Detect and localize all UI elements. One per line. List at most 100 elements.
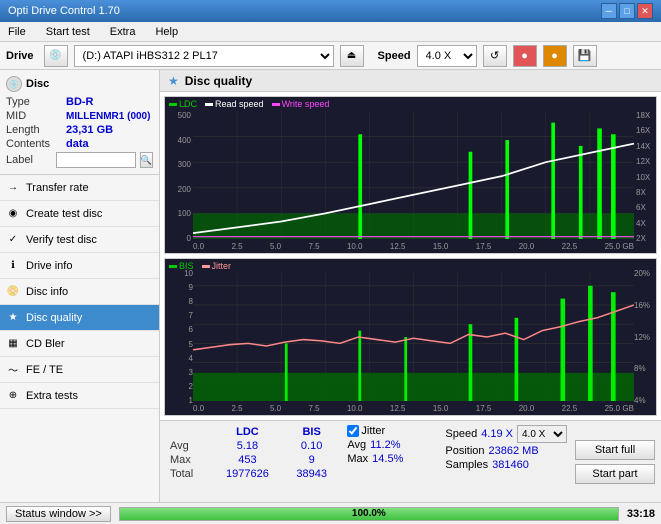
drive-icon-btn[interactable]: 💿 [44, 45, 68, 67]
bis-legend: BIS Jitter [169, 261, 231, 271]
total-ldc: 1977626 [211, 467, 284, 481]
speed-stat-select[interactable]: 4.0 X [517, 425, 567, 443]
jitter-dot [202, 265, 210, 268]
jitter-avg-row: Avg 11.2% [347, 439, 437, 451]
jitter-label: Jitter [361, 425, 385, 437]
sidebar-item-fete-label: FE / TE [26, 364, 63, 376]
legend-readspeed-label: Read speed [215, 99, 264, 109]
speed-section: Speed 4.19 X 4.0 X Position 23862 MB Sam… [445, 425, 567, 498]
samples-row: Samples 381460 [445, 459, 567, 471]
legend-readspeed: Read speed [205, 99, 264, 109]
stats-bar: LDC BIS Avg 5.18 0.10 Max 453 9 Total [160, 420, 661, 502]
ldc-dot [169, 103, 177, 106]
speed-label-stat: Speed [445, 428, 477, 440]
speed-value: 4.19 X [481, 428, 513, 440]
maximize-button[interactable]: □ [619, 3, 635, 19]
avg-ldc: 5.18 [211, 439, 284, 453]
refresh-button[interactable]: ↺ [483, 45, 507, 67]
label-input[interactable] [56, 152, 136, 168]
sidebar-item-discquality[interactable]: ★ Disc quality [0, 305, 159, 331]
eject-button[interactable]: ⏏ [340, 45, 364, 67]
speed-label: Speed [378, 50, 411, 62]
sidebar-menu: → Transfer rate ◉ Create test disc ✓ Ver… [0, 175, 159, 502]
disc-contents-key: Contents [6, 138, 66, 150]
verify-icon: ✓ [6, 233, 20, 247]
position-row: Position 23862 MB [445, 445, 567, 457]
ldc-svg-wrap [193, 111, 634, 239]
menu-extra[interactable]: Extra [106, 24, 140, 40]
status-window-button[interactable]: Status window >> [6, 506, 111, 522]
main-layout: 💿 Disc Type BD-R MID MILLENMR1 (000) Len… [0, 70, 661, 502]
jitter-checkbox[interactable] [347, 425, 359, 437]
ldc-legend: LDC Read speed Write speed [169, 99, 329, 109]
titlebar: Opti Drive Control 1.70 ─ □ ✕ [0, 0, 661, 22]
jitter-section: Jitter Avg 11.2% Max 14.5% [347, 425, 437, 498]
sidebar-item-extra-label: Extra tests [26, 390, 78, 402]
jitter-check-row: Jitter [347, 425, 437, 437]
color-btn2[interactable]: ● [543, 45, 567, 67]
sidebar-item-fete[interactable]: 〜 FE / TE [0, 357, 159, 383]
fete-icon: 〜 [6, 363, 20, 377]
status-time: 33:18 [627, 508, 655, 520]
save-button[interactable]: 💾 [573, 45, 597, 67]
bis-dot [169, 265, 177, 268]
legend-bis: BIS [169, 261, 194, 271]
samples-value: 381460 [492, 459, 529, 471]
close-button[interactable]: ✕ [637, 3, 653, 19]
sidebar-item-cdbler-label: CD Bler [26, 338, 65, 350]
legend-writespeed: Write speed [272, 99, 330, 109]
sidebar-item-verify[interactable]: ✓ Verify test disc [0, 227, 159, 253]
sidebar-item-driveinfo[interactable]: ℹ Drive info [0, 253, 159, 279]
progress-bar: 100.0% [119, 507, 619, 521]
menu-starttest[interactable]: Start test [42, 24, 94, 40]
statusbar: Status window >> 100.0% 33:18 [0, 502, 661, 524]
position-label: Position [445, 445, 484, 457]
legend-ldc: LDC [169, 99, 197, 109]
jitter-avg-val: 11.2% [370, 439, 400, 451]
drivebar: Drive 💿 (D:) ATAPI iHBS312 2 PL17 ⏏ Spee… [0, 42, 661, 70]
sidebar-item-transfer[interactable]: → Transfer rate [0, 175, 159, 201]
disc-header: 💿 Disc [6, 76, 153, 92]
dq-title: Disc quality [185, 74, 252, 88]
start-full-button[interactable]: Start full [575, 440, 655, 460]
disc-mid-key: MID [6, 110, 66, 122]
disc-section: 💿 Disc Type BD-R MID MILLENMR1 (000) Len… [0, 70, 159, 175]
sidebar-item-driveinfo-label: Drive info [26, 260, 72, 272]
sidebar-item-extra[interactable]: ⊕ Extra tests [0, 383, 159, 409]
bis-svg [193, 273, 634, 401]
drive-label: Drive [6, 50, 34, 62]
cdbler-icon: ▦ [6, 337, 20, 351]
color-btn1[interactable]: ● [513, 45, 537, 67]
start-part-button[interactable]: Start part [575, 464, 655, 484]
disc-label-row: Label 🔍 [6, 152, 153, 168]
sidebar-item-create[interactable]: ◉ Create test disc [0, 201, 159, 227]
max-ldc: 453 [211, 453, 284, 467]
sidebar-item-discinfo[interactable]: 📀 Disc info [0, 279, 159, 305]
drive-select[interactable]: (D:) ATAPI iHBS312 2 PL17 [74, 45, 334, 67]
disc-type-key: Type [6, 96, 66, 108]
legend-ldc-label: LDC [179, 99, 197, 109]
menu-file[interactable]: File [4, 24, 30, 40]
bis-y-right: 20% 16% 12% 8% 4% [634, 259, 656, 415]
menubar: File Start test Extra Help [0, 22, 661, 42]
disc-length-row: Length 23,31 GB [6, 124, 153, 136]
sidebar-item-cdbler[interactable]: ▦ CD Bler [0, 331, 159, 357]
stats-avg-row: Avg 5.18 0.10 [166, 439, 339, 453]
samples-label: Samples [445, 459, 488, 471]
sidebar-item-transfer-label: Transfer rate [26, 182, 89, 194]
create-icon: ◉ [6, 207, 20, 221]
disc-mid-row: MID MILLENMR1 (000) [6, 110, 153, 122]
speed-select[interactable]: 4.0 X [417, 45, 477, 67]
disc-contents-val: data [66, 138, 153, 150]
bis-y-left: 10 9 8 7 6 5 4 3 2 1 [165, 259, 193, 415]
legend-jitter-label: Jitter [212, 261, 232, 271]
app-title: Opti Drive Control 1.70 [8, 5, 120, 17]
legend-jitter: Jitter [202, 261, 232, 271]
label-search-btn[interactable]: 🔍 [140, 152, 153, 168]
content-area: ★ Disc quality LDC Read speed [160, 70, 661, 502]
menu-help[interactable]: Help [151, 24, 182, 40]
ldc-x-axis: 0.0 2.5 5.0 7.5 10.0 12.5 15.0 17.5 20.0… [193, 242, 634, 251]
total-label: Total [166, 467, 211, 481]
minimize-button[interactable]: ─ [601, 3, 617, 19]
sidebar-item-discinfo-label: Disc info [26, 286, 68, 298]
